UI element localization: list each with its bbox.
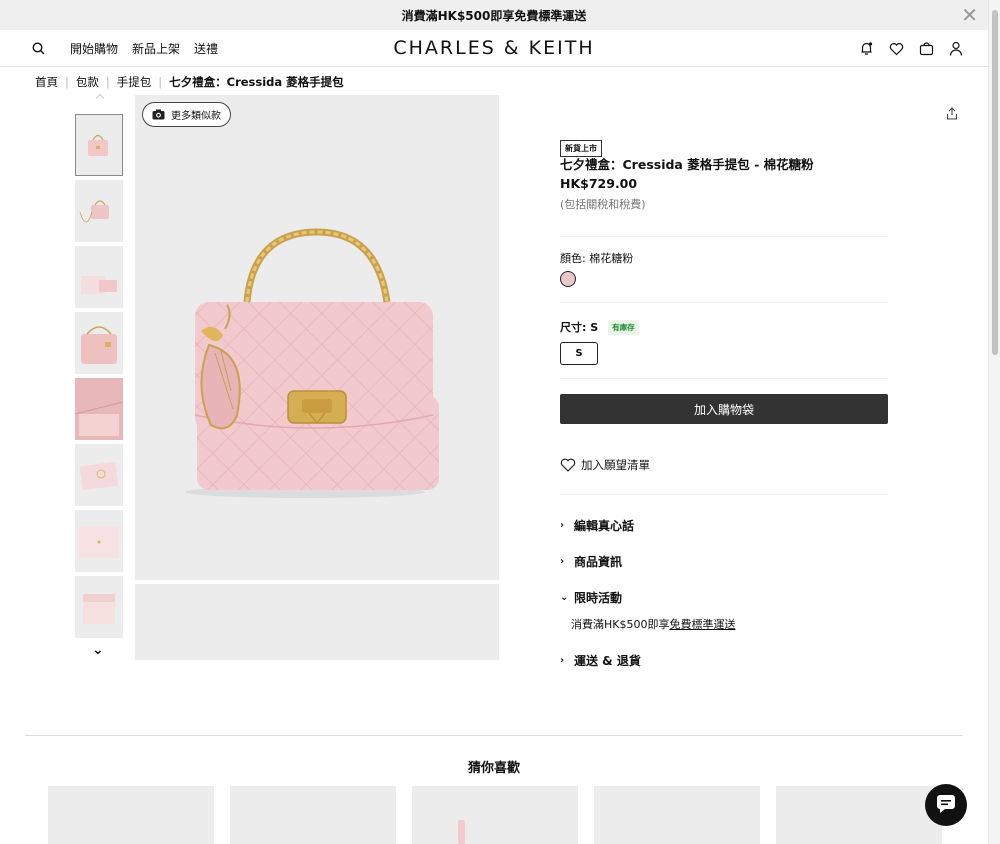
thumbnail-item[interactable] [75,444,123,506]
product-secondary-image[interactable] [135,584,499,660]
chevron-right-icon: › [560,556,565,567]
close-icon[interactable]: ✕ [961,4,978,26]
page-scrollbar[interactable] [988,0,1000,844]
thumbnail-item[interactable] [75,510,123,572]
divider [560,236,888,237]
wishlist-label: 加入願望清單 [581,458,650,472]
heart-icon [560,457,576,473]
accordion-label: 限時活動 [574,591,623,605]
promo-text: 消費滿HK$500即享 [401,8,515,23]
breadcrumb-separator: | [105,75,110,89]
add-to-wishlist-button[interactable]: 加入願望清單 [560,457,650,473]
divider [560,378,888,379]
chevron-right-icon: › [560,520,565,531]
breadcrumb-current: 七夕禮盒：Cressida 菱格手提包 [169,75,344,89]
size-row: 尺寸: S 有庫存 [560,319,639,335]
in-stock-badge: 有庫存 [608,319,639,335]
accordion-limited-promo[interactable]: ⌄ 限時活動 [560,589,622,606]
chat-bubble-icon [935,794,957,816]
shopping-bag-icon[interactable] [918,41,934,57]
accordion-shipping-returns[interactable]: › 運送 & 退貨 [560,652,641,669]
find-similar-button[interactable]: 更多類似款 [142,102,231,127]
accordion-product-info[interactable]: › 商品資訊 [560,553,622,570]
camera-icon [150,107,166,123]
thumbnail-item[interactable] [75,180,123,242]
recommendation-card[interactable] [48,786,214,844]
breadcrumb-home[interactable]: 首頁 [35,74,58,90]
product-image-hint [458,820,465,844]
scrollbar-thumb[interactable] [992,10,998,355]
thumbnail-item[interactable] [75,576,123,638]
chevron-right-icon: › [560,655,565,666]
brand-logo[interactable]: CHARLES & KEITH [0,37,988,59]
promo-detail: 消費滿HK$500即享免費標準運送 [571,616,735,632]
accordion-editorial[interactable]: › 編輯真心話 [560,517,634,534]
accordion-label: 商品資訊 [574,555,623,569]
size-option-s[interactable]: S [560,342,598,365]
free-shipping-link[interactable]: 免費標準運送 [669,618,735,631]
tax-note: (包括關稅和稅費) [560,198,646,211]
chat-button[interactable] [925,784,967,826]
divider [560,494,888,495]
thumbnail-item[interactable] [75,246,123,308]
wishlist-heart-icon[interactable] [888,41,904,57]
recommendation-card[interactable] [594,786,760,844]
accordion-label: 運送 & 退貨 [574,654,641,668]
recommendation-card[interactable] [230,786,396,844]
breadcrumb-handbags[interactable]: 手提包 [117,74,152,90]
breadcrumb-separator: | [158,75,163,89]
accordion-label: 編輯真心話 [574,519,635,533]
product-main-image[interactable]: 更多類似款 [135,95,499,580]
section-divider [25,735,963,736]
breadcrumb: 首頁 | 包款 | 手提包 | 七夕禮盒：Cressida 菱格手提包 [35,74,344,90]
recommendation-card[interactable] [412,786,578,844]
thumbnail-item[interactable] [75,114,123,176]
chevron-down-icon: ⌄ [560,592,569,603]
find-similar-label: 更多類似款 [171,111,221,122]
thumbnail-scroll-down-icon[interactable]: ⌄ [92,642,104,658]
thumbnail-scroll-up-icon[interactable] [95,93,105,103]
size-label: 尺寸: S [560,321,599,334]
color-label: 顏色: 棉花糖粉 [560,252,634,265]
recommendations-title: 猜你喜歡 [467,761,520,776]
account-icon[interactable] [948,41,964,57]
thumbnail-item[interactable] [74,378,124,440]
product-info: 新貨上市 七夕禮盒：Cressida 菱格手提包 - 棉花糖粉 HK$729.0… [560,136,888,668]
notification-bell-icon[interactable] [858,41,874,57]
breadcrumb-bags[interactable]: 包款 [76,74,99,90]
promo-text-bold: 免費標準運送 [514,8,587,23]
divider [560,302,888,303]
share-icon[interactable] [944,105,960,121]
breadcrumb-separator: | [65,75,69,89]
color-swatch-cotton-candy-pink[interactable] [560,271,576,287]
thumbnail-item[interactable] [75,312,123,374]
product-price: HK$729.00 [560,176,638,191]
add-to-cart-button[interactable]: 加入購物袋 [560,394,888,424]
promo-detail-text: 消費滿HK$500即享 [571,618,670,631]
header-actions [858,30,964,67]
product-title: 七夕禮盒：Cressida 菱格手提包 - 棉花糖粉 [560,157,814,172]
site-header: 開始購物 新品上架 送禮 CHARLES & KEITH [0,30,988,67]
recommendation-card[interactable] [776,786,942,844]
promo-bar: 消費滿HK$500即享 免費標準運送 ✕ [0,0,988,30]
